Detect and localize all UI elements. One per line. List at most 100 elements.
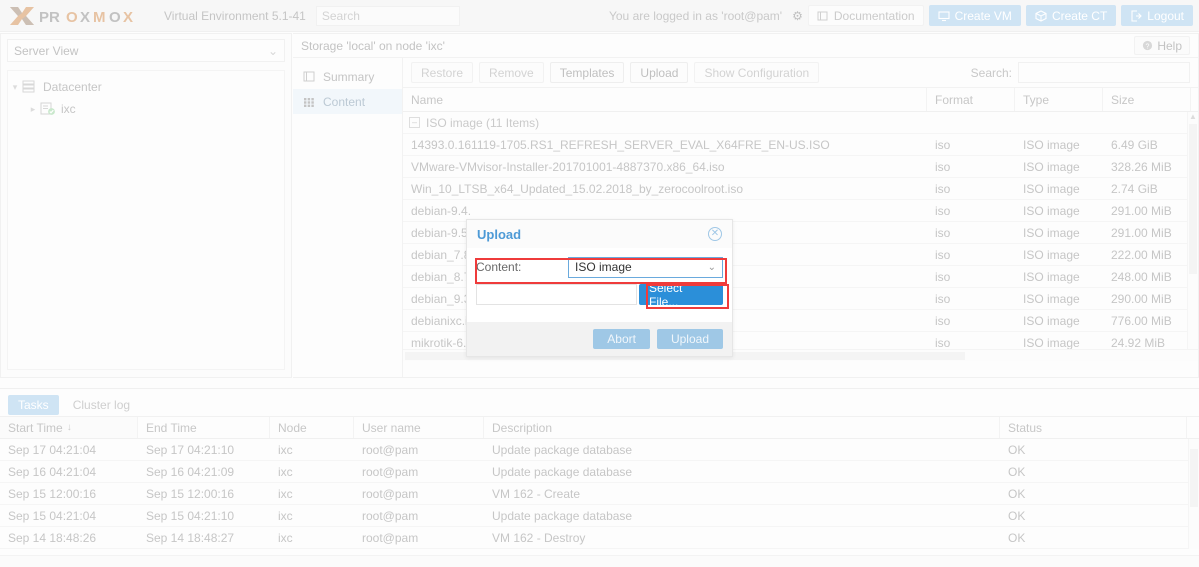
cell-size: 2.74 GiB bbox=[1111, 181, 1158, 196]
cell-user-name: root@pam bbox=[362, 442, 419, 457]
cell-status: OK bbox=[1008, 530, 1026, 545]
cell-user-name: root@pam bbox=[362, 486, 419, 501]
group-row-iso-image[interactable]: – ISO image (11 Items) bbox=[403, 112, 1198, 134]
tab-cluster-log[interactable]: Cluster log bbox=[63, 395, 140, 415]
column-header-user-name[interactable]: User name bbox=[354, 417, 484, 438]
column-header-type[interactable]: Type bbox=[1015, 88, 1103, 111]
upload-submit-button[interactable]: Upload bbox=[656, 329, 723, 349]
remove-button[interactable]: Remove bbox=[479, 62, 544, 83]
svg-text:O: O bbox=[109, 9, 121, 26]
logout-button[interactable]: Logout bbox=[1121, 5, 1193, 26]
scroll-up-arrow-icon[interactable]: ▲ bbox=[1188, 112, 1198, 121]
column-header-status[interactable]: Status bbox=[1000, 417, 1187, 438]
help-button[interactable]: ? Help bbox=[1134, 36, 1190, 55]
cell-user-name: root@pam bbox=[362, 508, 419, 523]
bottom-panel: Tasks Cluster log Start Time ↓ End Time … bbox=[0, 388, 1199, 567]
column-header-end-time[interactable]: End Time bbox=[138, 417, 270, 438]
cell-size: 328.26 MiB bbox=[1111, 159, 1172, 174]
cell-start-time: Sep 14 18:48:26 bbox=[8, 530, 97, 545]
help-label: Help bbox=[1157, 38, 1182, 53]
content-search-label: Search: bbox=[970, 65, 1012, 80]
cell-end-time: Sep 15 04:21:10 bbox=[146, 508, 235, 523]
table-row[interactable]: Win_10_LTSB_x64_Updated_15.02.2018_by_ze… bbox=[403, 178, 1198, 200]
content-tab-list: Summary Content bbox=[293, 58, 403, 377]
tree-item-ixc[interactable]: ▸ ixc bbox=[8, 98, 284, 120]
upload-dialog-title: Upload bbox=[477, 226, 522, 242]
table-row[interactable]: Sep 17 04:21:04 Sep 17 04:21:10 ixc root@pa… bbox=[0, 439, 1199, 461]
cell-format: iso bbox=[935, 225, 951, 240]
upload-button[interactable]: Upload bbox=[630, 62, 689, 83]
collapse-arrow-icon[interactable]: ▸ bbox=[26, 104, 40, 115]
expand-arrow-icon[interactable]: ▾ bbox=[8, 82, 22, 93]
book-icon bbox=[303, 71, 315, 81]
tab-content[interactable]: Content bbox=[293, 89, 402, 114]
file-path-input[interactable] bbox=[476, 284, 637, 305]
scrollbar-thumb[interactable] bbox=[1190, 449, 1198, 507]
cell-format: iso bbox=[935, 291, 951, 306]
show-configuration-button[interactable]: Show Configuration bbox=[694, 62, 820, 83]
create-ct-button[interactable]: Create CT bbox=[1025, 5, 1117, 26]
tab-tasks[interactable]: Tasks bbox=[8, 394, 59, 415]
templates-button[interactable]: Templates bbox=[549, 62, 625, 83]
table-row[interactable]: 14393.0.161119-1705.RS1_REFRESH_SERVER_E… bbox=[403, 134, 1198, 156]
cell-status: OK bbox=[1008, 442, 1026, 457]
column-header-format[interactable]: Format bbox=[927, 88, 1015, 111]
datacenter-icon bbox=[22, 80, 38, 94]
upload-dialog-footer: Abort Upload bbox=[467, 322, 732, 356]
cell-description: VM 162 - Destroy bbox=[492, 530, 586, 545]
grid-icon bbox=[304, 97, 314, 107]
cell-size: 248.00 MiB bbox=[1111, 269, 1172, 284]
column-header-start-time[interactable]: Start Time ↓ bbox=[0, 417, 138, 438]
gear-icon[interactable]: ⚙ bbox=[792, 9, 803, 23]
table-row[interactable]: Sep 14 18:48:26 Sep 14 18:48:27 ixc root@pa… bbox=[0, 527, 1199, 549]
column-header-description[interactable]: Description bbox=[484, 417, 1000, 438]
cell-end-time: Sep 16 04:21:09 bbox=[146, 464, 235, 479]
documentation-button[interactable]: Documentation bbox=[807, 5, 924, 26]
content-type-select[interactable]: ISO image ⌄ bbox=[568, 256, 723, 278]
table-row[interactable]: Sep 15 04:21:04 Sep 15 04:21:10 ixc root@pa… bbox=[0, 505, 1199, 527]
cell-format: iso bbox=[935, 137, 951, 152]
table-row[interactable]: Sep 16 04:21:04 Sep 16 04:21:09 ixc root@pa… bbox=[0, 461, 1199, 483]
content-body: Summary Content Restore Remove Templates… bbox=[293, 58, 1198, 377]
table-row[interactable]: VMware-VMvisor-Installer-201701001-48873… bbox=[403, 156, 1198, 178]
select-file-button[interactable]: Select File... bbox=[638, 281, 723, 309]
column-header-node[interactable]: Node bbox=[270, 417, 354, 438]
content-type-label: Content: bbox=[476, 260, 522, 274]
tree-item-datacenter[interactable]: ▾ Datacenter bbox=[8, 76, 284, 98]
close-icon[interactable]: ✕ bbox=[708, 227, 722, 241]
abort-button[interactable]: Abort bbox=[593, 329, 650, 349]
cell-node: ixc bbox=[278, 486, 293, 501]
proxmox-logo[interactable]: PR O X M O X bbox=[0, 0, 156, 32]
tab-summary[interactable]: Summary bbox=[293, 64, 402, 89]
restore-button[interactable]: Restore bbox=[411, 62, 474, 83]
minus-box-icon[interactable]: – bbox=[409, 117, 420, 128]
cell-start-time: Sep 16 04:21:04 bbox=[8, 464, 97, 479]
book-icon bbox=[817, 11, 828, 20]
tab-content-label: Content bbox=[323, 94, 366, 109]
cell-type: ISO image bbox=[1023, 291, 1080, 306]
cell-format: iso bbox=[935, 269, 951, 284]
content-type-value: ISO image bbox=[575, 260, 632, 274]
content-search-input[interactable] bbox=[1018, 62, 1190, 83]
tasks-vertical-scrollbar[interactable] bbox=[1188, 439, 1199, 549]
scrollbar-thumb[interactable] bbox=[1189, 124, 1197, 274]
table-row[interactable]: Sep 15 12:00:16 Sep 15 12:00:16 ixc root@pa… bbox=[0, 483, 1199, 505]
tree-item-ixc-label: ixc bbox=[61, 102, 76, 116]
tasks-table-header: Start Time ↓ End Time Node User name Des… bbox=[0, 416, 1199, 439]
cell-size: 291.00 MiB bbox=[1111, 203, 1172, 218]
cell-format: iso bbox=[935, 159, 951, 174]
chevron-down-icon[interactable]: ⌄ bbox=[708, 262, 716, 273]
upload-dialog-header: Upload ✕ bbox=[467, 220, 732, 248]
column-header-name[interactable]: Name bbox=[403, 88, 927, 111]
column-header-size[interactable]: Size bbox=[1103, 88, 1191, 111]
cell-user-name: root@pam bbox=[362, 464, 419, 479]
create-ct-label: Create CT bbox=[1051, 8, 1108, 23]
cell-start-time: Sep 15 12:00:16 bbox=[8, 486, 97, 501]
tab-summary-label: Summary bbox=[323, 69, 375, 84]
svg-text:?: ? bbox=[1146, 43, 1150, 50]
create-vm-button[interactable]: Create VM bbox=[928, 5, 1021, 26]
server-view-selector[interactable]: Server View ⌄ bbox=[7, 39, 285, 62]
cell-format: iso bbox=[935, 335, 951, 350]
global-search-input[interactable]: Search bbox=[315, 5, 460, 26]
content-vertical-scrollbar[interactable]: ▲ ▼ bbox=[1187, 112, 1198, 361]
